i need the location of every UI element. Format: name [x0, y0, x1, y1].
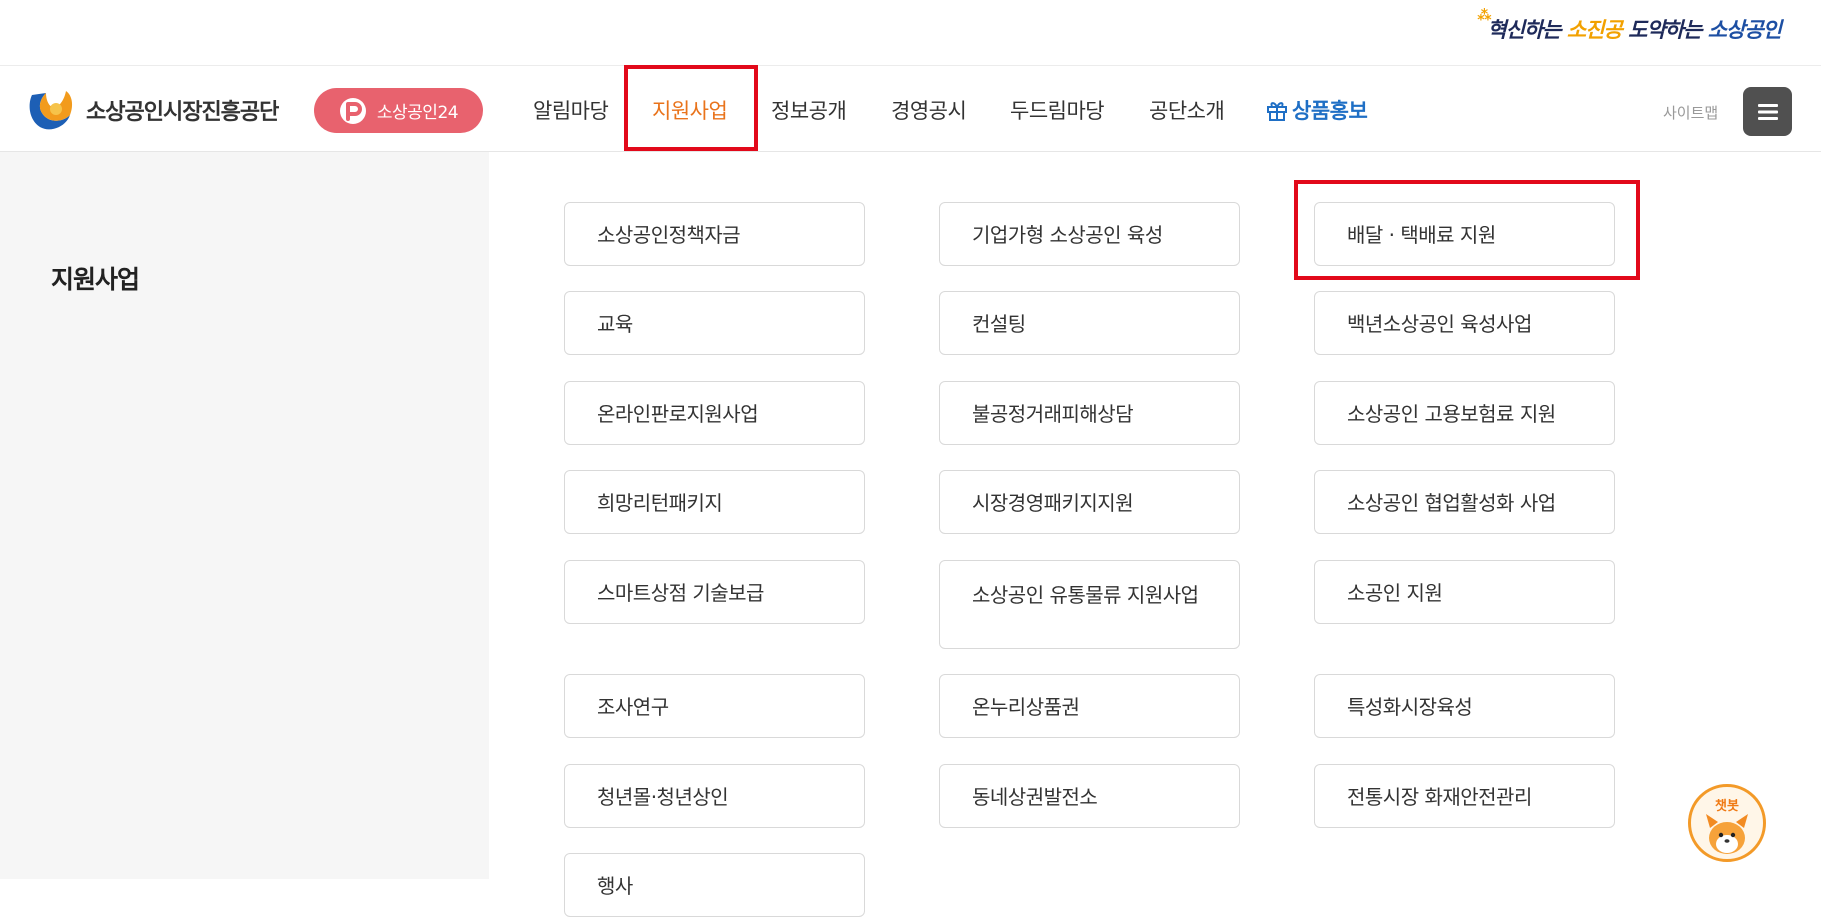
- sitemap-label[interactable]: 사이트맵: [1663, 102, 1718, 123]
- menu-policy-fund[interactable]: 소상공인정책자금: [564, 202, 865, 266]
- p-logo-icon: [339, 97, 366, 124]
- menu-onnuri[interactable]: 온누리상품권: [939, 674, 1240, 738]
- menu-small-manufacturer[interactable]: 소공인 지원: [1314, 560, 1615, 624]
- slogan: ⁂ 혁신하는 소진공 도약하는 소상공인: [1477, 8, 1782, 44]
- logo-text: 소상공인시장진흥공단: [86, 100, 279, 125]
- site-logo[interactable]: 소상공인시장진흥공단: [26, 88, 279, 132]
- pill-label: 소상공인24: [376, 103, 459, 123]
- menu-entrepreneurial[interactable]: 기업가형 소상공인 육성: [939, 202, 1240, 266]
- header: 소상공인시장진흥공단 소상공인24 알림마당 지원사업 정보공개 경영공시 두드…: [0, 66, 1821, 152]
- nav-notice[interactable]: 알림마당: [533, 95, 609, 125]
- menu-employment-insurance[interactable]: 소상공인 고용보험료 지원: [1314, 381, 1615, 445]
- sparkle-icon: ⁂: [1477, 8, 1491, 24]
- menu-specialized-market[interactable]: 특성화시장육성: [1314, 674, 1615, 738]
- nav-product-promo[interactable]: 상품홍보: [1266, 95, 1368, 125]
- nav-info-disclosure[interactable]: 정보공개: [771, 95, 847, 125]
- nav-dodream[interactable]: 두드림마당: [1010, 95, 1105, 125]
- slogan-text-1: 혁신하는: [1487, 18, 1567, 42]
- gift-icon: [1267, 102, 1287, 121]
- logo-icon: [29, 91, 73, 130]
- menu-hope-return[interactable]: 희망리턴패키지: [564, 470, 865, 534]
- menu-education[interactable]: 교육: [564, 291, 865, 355]
- nav-about[interactable]: 공단소개: [1149, 95, 1225, 125]
- slogan-text-2: 소진공: [1566, 18, 1623, 42]
- slogan-text-4: 소상공인: [1707, 18, 1782, 42]
- nav-product-promo-label: 상품홍보: [1292, 99, 1368, 123]
- top-banner: ⁂ 혁신하는 소진공 도약하는 소상공인: [0, 0, 1821, 66]
- menu-distribution[interactable]: 소상공인 유통물류 지원사업: [939, 560, 1240, 649]
- nav-support-business[interactable]: 지원사업: [652, 95, 728, 125]
- nav-management-disclosure[interactable]: 경영공시: [891, 95, 967, 125]
- menu-local-commerce[interactable]: 동네상권발전소: [939, 764, 1240, 828]
- sosanggongin24-button[interactable]: 소상공인24: [314, 88, 483, 133]
- menu-market-package[interactable]: 시장경영패키지지원: [939, 470, 1240, 534]
- chatbot-mascot-icon: [1706, 814, 1748, 854]
- chatbot-button[interactable]: 챗봇: [1688, 784, 1766, 862]
- menu-event[interactable]: 행사: [564, 853, 865, 917]
- menu-smart-store[interactable]: 스마트상점 기술보급: [564, 560, 865, 624]
- section-title: 지원사업: [51, 265, 140, 294]
- sitemap-menu-button[interactable]: [1743, 87, 1792, 136]
- menu-youth-mall[interactable]: 청년몰·청년상인: [564, 764, 865, 828]
- menu-consulting[interactable]: 컨설팅: [939, 291, 1240, 355]
- slogan-text-3: 도약하는: [1621, 18, 1708, 42]
- menu-centennial[interactable]: 백년소상공인 육성사업: [1314, 291, 1615, 355]
- menu-fire-safety[interactable]: 전통시장 화재안전관리: [1314, 764, 1615, 828]
- menu-research[interactable]: 조사연구: [564, 674, 865, 738]
- menu-unfair-trade[interactable]: 불공정거래피해상담: [939, 381, 1240, 445]
- menu-online-sales[interactable]: 온라인판로지원사업: [564, 381, 865, 445]
- hamburger-icon: [1757, 103, 1778, 120]
- menu-delivery-support[interactable]: 배달 · 택배료 지원: [1314, 202, 1615, 266]
- left-panel: 지원사업: [0, 152, 489, 879]
- menu-cooperation[interactable]: 소상공인 협업활성화 사업: [1314, 470, 1615, 534]
